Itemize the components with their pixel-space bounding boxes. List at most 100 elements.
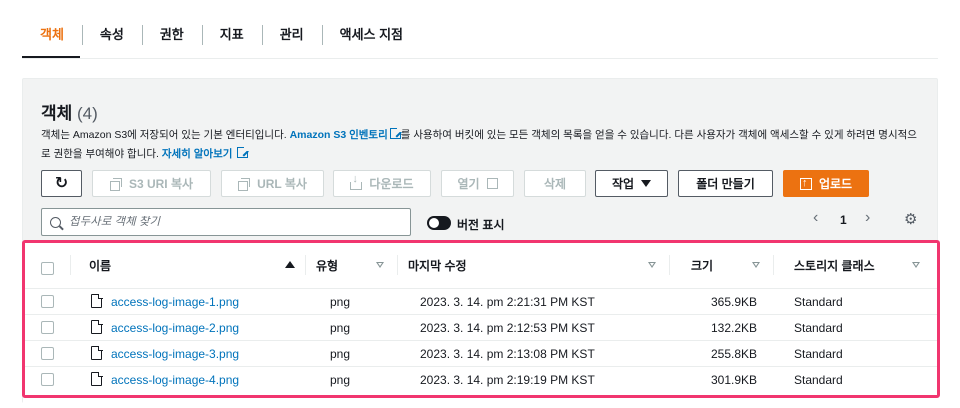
external-link-icon: [486, 178, 498, 189]
object-size: 365.9KB: [711, 295, 758, 309]
show-versions-label: 버전 표시: [457, 218, 505, 232]
object-name-link[interactable]: access-log-image-2.png: [111, 321, 239, 335]
delete-label: 삭제: [543, 177, 567, 191]
column-divider: [397, 255, 398, 275]
object-size: 255.8KB: [711, 347, 758, 361]
create-folder-label: 폴더 만들기: [696, 177, 755, 191]
object-type: png: [330, 347, 351, 361]
download-icon: [350, 174, 363, 190]
external-link-icon: [237, 146, 250, 158]
row-checkbox[interactable]: [41, 321, 54, 334]
tab-bar: 객체 속성 권한 지표 관리 액세스 지점: [22, 12, 421, 58]
table-row[interactable]: access-log-image-4.png png 2023. 3. 14. …: [23, 367, 939, 393]
copy-url-label: URL 복사: [257, 177, 307, 191]
row-checkbox[interactable]: [41, 373, 54, 386]
objects-table: 이름 유형 마지막 수정 크기 스토리지 클래스 access-log-imag…: [23, 241, 939, 404]
column-header-storage-class[interactable]: 스토리지 클래스: [794, 257, 875, 274]
object-last-modified: 2023. 3. 14. pm 2:13:08 PM KST: [420, 347, 595, 361]
row-checkbox[interactable]: [41, 295, 54, 308]
panel-title-text: 객체: [41, 104, 73, 123]
search-box: [41, 208, 411, 236]
panel-description: 객체는 Amazon S3에 저장되어 있는 기본 엔터티입니다. Amazon…: [41, 126, 921, 164]
column-divider: [305, 255, 306, 275]
object-last-modified: 2023. 3. 14. pm 2:12:53 PM KST: [420, 321, 595, 335]
table-row[interactable]: access-log-image-3.png png 2023. 3. 14. …: [23, 341, 939, 367]
column-divider: [773, 255, 774, 275]
upload-icon: [799, 177, 812, 190]
download-label: 다운로드: [369, 177, 414, 191]
object-type: png: [330, 321, 351, 335]
description-text-1: 객체는 Amazon S3에 저장되어 있는 기본 엔터티입니다.: [41, 129, 290, 141]
tab-metrics[interactable]: 지표: [201, 21, 262, 49]
column-header-size[interactable]: 크기: [691, 257, 713, 274]
actions-label: 작업: [611, 177, 635, 191]
object-storage-class: Standard: [794, 347, 843, 361]
previous-page-icon[interactable]: ‹: [813, 209, 818, 227]
sort-icon[interactable]: [648, 262, 656, 268]
row-checkbox[interactable]: [41, 347, 54, 360]
object-last-modified: 2023. 3. 14. pm 2:21:31 PM KST: [420, 295, 595, 309]
delete-button[interactable]: 삭제: [524, 170, 586, 197]
copy-icon: [109, 177, 122, 191]
column-divider: [70, 255, 71, 275]
select-all-checkbox[interactable]: [41, 262, 54, 275]
current-page[interactable]: 1: [840, 213, 847, 227]
inventory-link[interactable]: Amazon S3 인벤토리: [290, 129, 388, 141]
object-name-link[interactable]: access-log-image-1.png: [111, 295, 239, 309]
table-header: 이름 유형 마지막 수정 크기 스토리지 클래스: [23, 241, 939, 289]
object-storage-class: Standard: [794, 321, 843, 335]
copy-icon: [238, 177, 251, 191]
copy-s3-uri-button[interactable]: S3 URI 복사: [92, 170, 211, 197]
file-icon: [91, 293, 103, 308]
object-count: (4): [77, 104, 98, 123]
table-row[interactable]: access-log-image-1.png png 2023. 3. 14. …: [23, 289, 939, 315]
open-label: 열기: [457, 177, 480, 191]
column-header-type[interactable]: 유형: [316, 257, 338, 274]
column-header-name[interactable]: 이름: [89, 257, 111, 274]
refresh-icon: ↻: [54, 174, 69, 192]
object-storage-class: Standard: [794, 373, 843, 387]
sort-ascending-icon[interactable]: [285, 261, 295, 268]
sort-icon[interactable]: [752, 262, 760, 268]
refresh-button[interactable]: ↻: [41, 170, 82, 197]
copy-url-button[interactable]: URL 복사: [221, 170, 324, 197]
sort-icon[interactable]: [912, 262, 920, 268]
copy-s3-uri-label: S3 URI 복사: [128, 177, 194, 191]
tab-objects[interactable]: 객체: [22, 21, 82, 49]
object-last-modified: 2023. 3. 14. pm 2:19:19 PM KST: [420, 373, 595, 387]
search-icon: [50, 216, 61, 228]
object-type: png: [330, 373, 351, 387]
tab-properties[interactable]: 속성: [81, 21, 142, 49]
search-input[interactable]: [69, 216, 389, 228]
panel-title: 객체 (4): [41, 99, 98, 124]
file-icon: [91, 345, 103, 360]
tab-management[interactable]: 관리: [261, 21, 322, 49]
tab-permissions[interactable]: 권한: [141, 21, 202, 49]
file-icon: [91, 319, 103, 334]
external-link-icon: [389, 127, 402, 139]
file-icon: [91, 371, 103, 386]
object-name-link[interactable]: access-log-image-3.png: [111, 347, 239, 361]
upload-button[interactable]: 업로드: [783, 170, 869, 197]
upload-label: 업로드: [818, 177, 853, 191]
create-folder-button[interactable]: 폴더 만들기: [678, 170, 773, 197]
learn-more-link[interactable]: 자세히 알아보기: [162, 148, 233, 160]
open-button[interactable]: 열기: [441, 170, 514, 197]
tabs-divider: [22, 58, 938, 59]
objects-panel: 객체 (4) 객체는 Amazon S3에 저장되어 있는 기본 엔터티입니다.…: [22, 78, 939, 404]
actions-dropdown[interactable]: 작업: [595, 170, 668, 197]
download-button[interactable]: 다운로드: [333, 170, 431, 197]
object-size: 301.9KB: [711, 373, 758, 387]
table-row[interactable]: access-log-image-2.png png 2023. 3. 14. …: [23, 315, 939, 341]
caret-down-icon: [641, 180, 652, 187]
object-storage-class: Standard: [794, 295, 843, 309]
object-name-link[interactable]: access-log-image-4.png: [111, 373, 239, 387]
show-versions-toggle[interactable]: [427, 216, 451, 230]
sort-icon[interactable]: [376, 262, 384, 268]
gear-icon[interactable]: ⚙: [904, 210, 917, 228]
tab-access-points[interactable]: 액세스 지점: [321, 21, 421, 49]
column-header-last-modified[interactable]: 마지막 수정: [408, 257, 467, 274]
object-type: png: [330, 295, 351, 309]
object-size: 132.2KB: [711, 321, 758, 335]
next-page-icon[interactable]: ›: [865, 209, 870, 227]
